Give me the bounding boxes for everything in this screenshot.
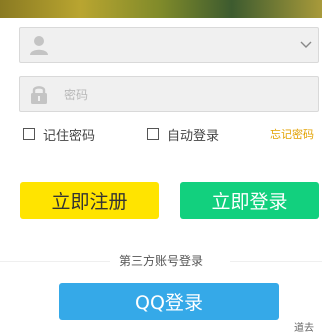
user-icon — [30, 36, 48, 55]
login-button[interactable]: 立即登录 — [180, 182, 319, 219]
checkbox-box[interactable] — [147, 128, 159, 140]
password-field[interactable] — [19, 76, 319, 112]
header-banner-image — [0, 0, 322, 18]
chevron-down-icon[interactable] — [300, 40, 312, 50]
remember-password-label: 记住密码 — [43, 128, 96, 144]
lock-icon — [31, 86, 47, 104]
qq-login-button[interactable]: QQ登录 — [59, 283, 279, 320]
divider-line-right — [230, 261, 322, 262]
auto-login-label: 自动登录 — [167, 128, 220, 144]
username-input[interactable] — [62, 32, 286, 60]
remember-password-checkbox[interactable]: 记住密码 — [23, 126, 96, 144]
checkbox-box[interactable] — [23, 128, 35, 140]
username-field[interactable] — [19, 27, 319, 63]
register-button[interactable]: 立即注册 — [20, 182, 159, 219]
password-input[interactable] — [62, 81, 286, 109]
auto-login-checkbox[interactable]: 自动登录 — [147, 126, 220, 144]
corner-text: 道去 — [294, 323, 314, 334]
forgot-password-link[interactable]: 忘记密码 — [270, 126, 314, 142]
